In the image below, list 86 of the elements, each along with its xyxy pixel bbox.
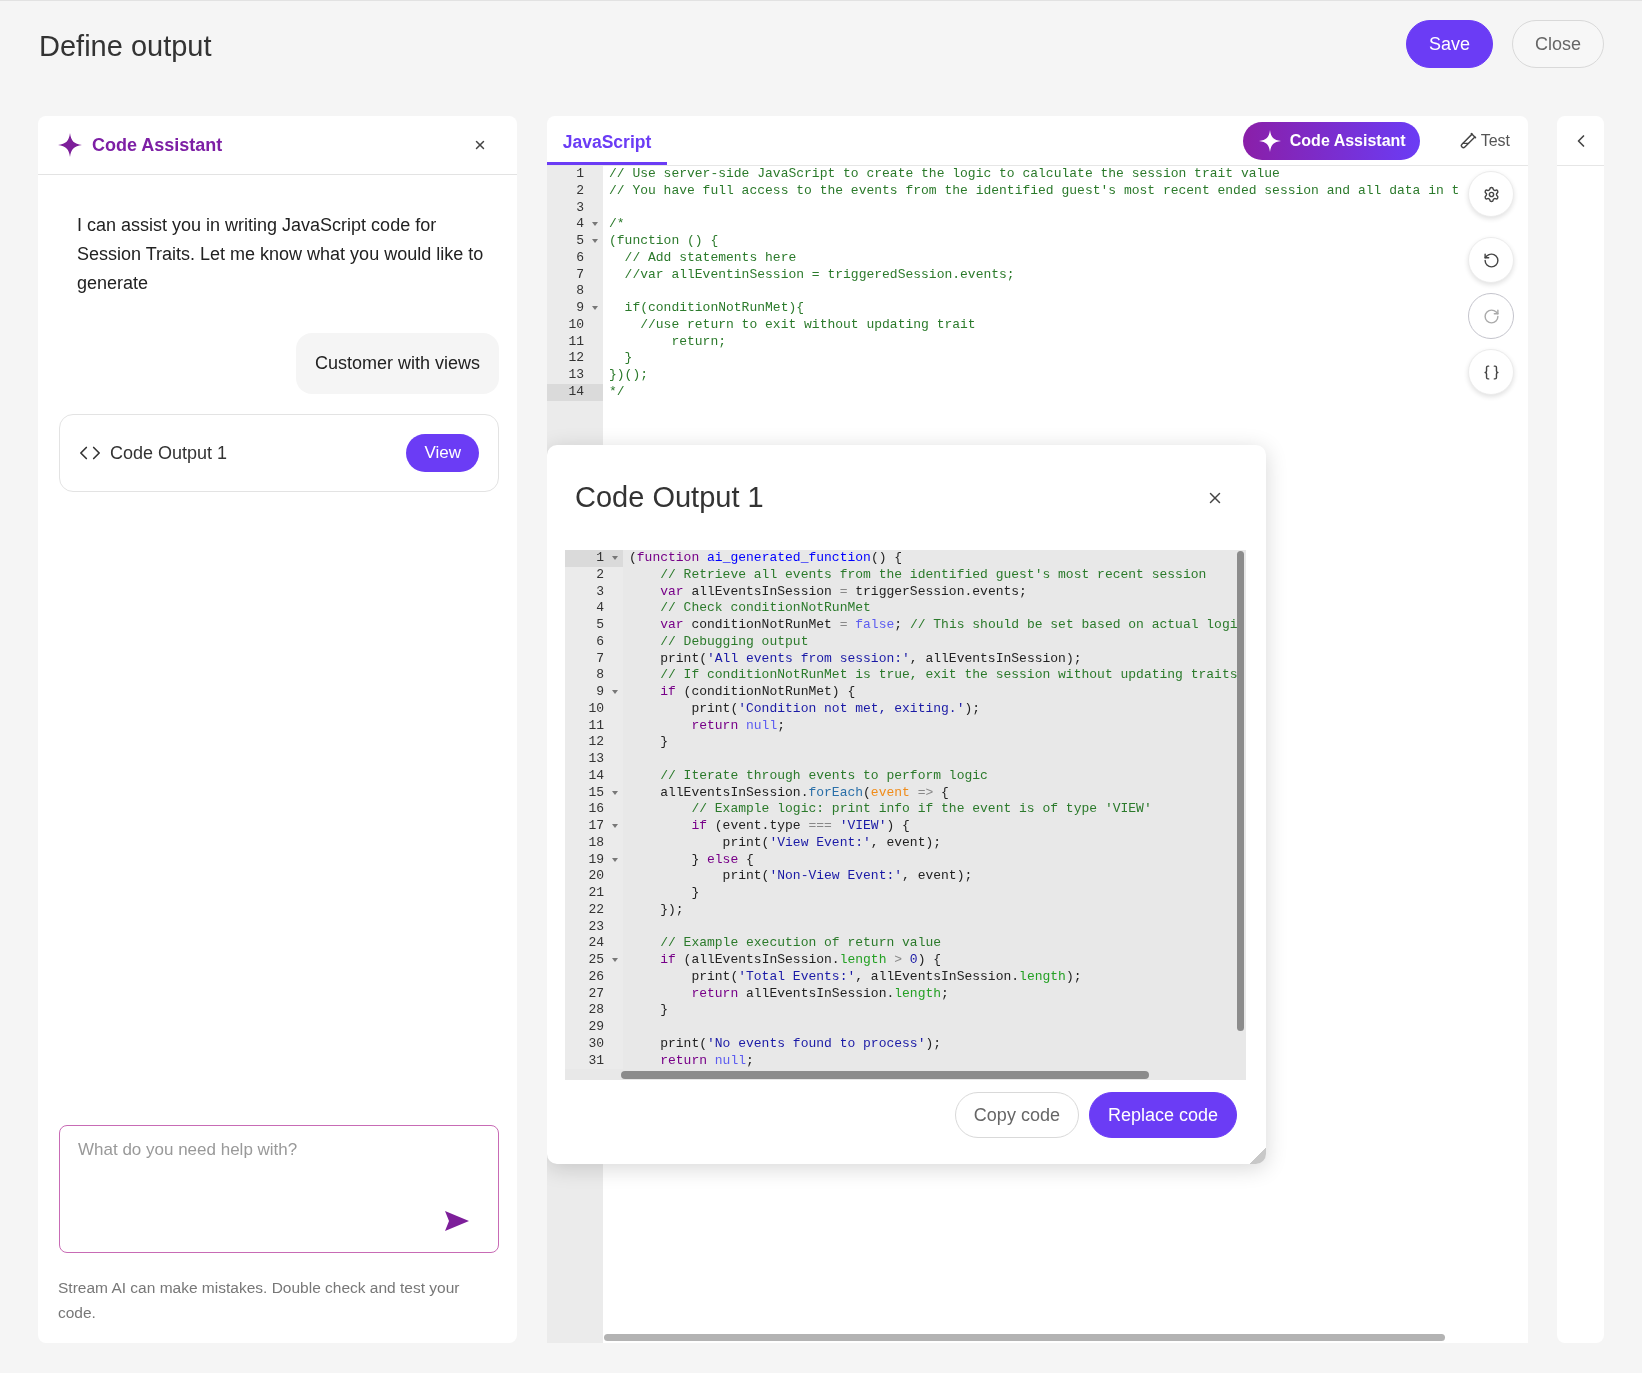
line-number: 12: [547, 350, 603, 367]
code-line: return null;: [659, 1052, 754, 1070]
code-line: // Iterate through events to perform logic: [659, 767, 988, 785]
code-line: */: [608, 383, 625, 401]
fold-caret-icon[interactable]: [612, 556, 618, 560]
braces-icon: [1482, 363, 1500, 381]
code-line: // Add statements here: [623, 249, 797, 267]
code-line: if(conditionNotRunMet){: [623, 300, 805, 317]
code-line: }: [659, 1002, 668, 1019]
code-line: // Check conditionNotRunMet: [659, 600, 871, 617]
code-line: }: [623, 350, 633, 367]
output-label: Code Output 1: [110, 442, 229, 464]
panel-title: Code Assistant: [92, 134, 224, 156]
code-line: // Use server-side JavaScript to create the logic to calculate the session trait value: [608, 166, 1280, 183]
view-button[interactable]: View: [406, 434, 479, 472]
code-line: if (event.type === 'VIEW') {: [690, 818, 910, 835]
dialog-title: Code Output 1: [575, 481, 765, 514]
fold-caret-icon[interactable]: [592, 239, 598, 243]
prompt-field[interactable]: What do you need help with?: [59, 1125, 499, 1253]
line-number: 1: [547, 166, 603, 183]
line-number: 9: [547, 300, 603, 317]
close-button[interactable]: Close: [1511, 20, 1604, 68]
line-number: 13: [547, 367, 603, 384]
code-line: }: [690, 885, 700, 902]
assistant-message: I can assist you in writing JavaScript code for Session Traits. Let me know what you would like to generate: [77, 214, 485, 295]
fold-caret-icon[interactable]: [612, 857, 618, 862]
code-line: print('View Event:', event);: [721, 834, 942, 852]
sparkle-icon: [1258, 129, 1281, 152]
code-line: //var allEventinSession = triggeredSession.events;: [623, 266, 1015, 284]
code-line: // You have full access to the events from the identified guest's most recent ended session and all data in t: [608, 182, 1460, 200]
sparkle-icon: [58, 133, 82, 157]
code-line: } else {: [690, 851, 754, 869]
fold-caret-icon[interactable]: [612, 790, 618, 795]
line-number: 4: [547, 216, 603, 233]
code-line: var conditionNotRunMet = false; // This should be set based on actual logi: [659, 617, 1238, 634]
code-line: allEventsInSession.forEach(event => {: [659, 784, 949, 802]
code-line: print('Condition not met, exiting.');: [690, 700, 981, 718]
line-number: 8: [547, 283, 603, 300]
user-message: Customer with views: [295, 333, 499, 394]
code-line: }: [659, 734, 668, 751]
replace-code-button[interactable]: Replace code: [1088, 1092, 1237, 1138]
save-button[interactable]: Save: [1405, 20, 1493, 68]
test-button[interactable]: Test: [1459, 131, 1510, 150]
line-number: 5: [547, 233, 603, 250]
test-tube-icon: [1459, 132, 1477, 149]
disclaimer-text: Stream AI can make mistakes. Double check and test your code.: [58, 1278, 461, 1323]
scrollbar[interactable]: [604, 1334, 1445, 1341]
braces-button[interactable]: [1468, 349, 1514, 395]
fold-caret-icon[interactable]: [612, 958, 618, 962]
code-line: if (allEventsInSession.length > 0) {: [659, 952, 942, 969]
code-line: // Debugging output: [659, 633, 809, 651]
code-line: // Retrieve all events from the identified guest's most recent session: [659, 566, 1207, 584]
line-number: 1: [565, 550, 623, 567]
undo-icon: [1482, 251, 1500, 269]
code-assistant-button[interactable]: Code Assistant: [1242, 121, 1420, 160]
code-line: // Example execution of return value: [659, 935, 942, 952]
send-icon[interactable]: [445, 1211, 469, 1231]
code-line: //use return to exit without updating trait: [639, 316, 976, 334]
code-line: })();: [608, 367, 648, 384]
redo-icon: [1482, 307, 1500, 325]
copy-code-button[interactable]: Copy code: [954, 1092, 1079, 1138]
code-line: (function ai_generated_function() {: [628, 550, 903, 567]
fold-caret-icon[interactable]: [592, 306, 598, 310]
fold-caret-icon[interactable]: [612, 690, 618, 694]
fold-caret-icon[interactable]: [612, 824, 618, 828]
code-line: (function () {: [608, 233, 719, 250]
code-line: return null;: [690, 717, 786, 735]
code-line: /*: [608, 216, 625, 233]
code-line: var allEventsInSession = triggerSession.events;: [659, 583, 1027, 601]
code-line: print('Non-View Event:', event);: [721, 868, 973, 885]
code-line: return;: [670, 333, 727, 351]
fold-caret-icon[interactable]: [592, 222, 598, 227]
page-title: Define output: [39, 30, 212, 63]
code-line: print('No events found to process');: [659, 1035, 942, 1053]
code-line: print('All events from session:', allEventsInSession);: [659, 650, 1082, 668]
scrollbar[interactable]: [1237, 551, 1244, 1031]
code-line: // Example logic: print info if the event is of type 'VIEW': [690, 801, 1152, 818]
undo-button[interactable]: [1468, 237, 1514, 283]
settings-button[interactable]: [1468, 171, 1514, 217]
scrollbar[interactable]: [621, 1071, 1149, 1079]
code-line: if (conditionNotRunMet) {: [659, 684, 856, 701]
code-line: });: [659, 901, 684, 919]
code-line: print('Total Events:', allEventsInSession.length);: [690, 968, 1082, 986]
settings-icon: [1482, 185, 1500, 203]
code-line: // If conditionNotRunMet is true, exit the session without updating traits: [659, 667, 1238, 684]
code-line: return allEventsInSession.length;: [690, 985, 949, 1003]
